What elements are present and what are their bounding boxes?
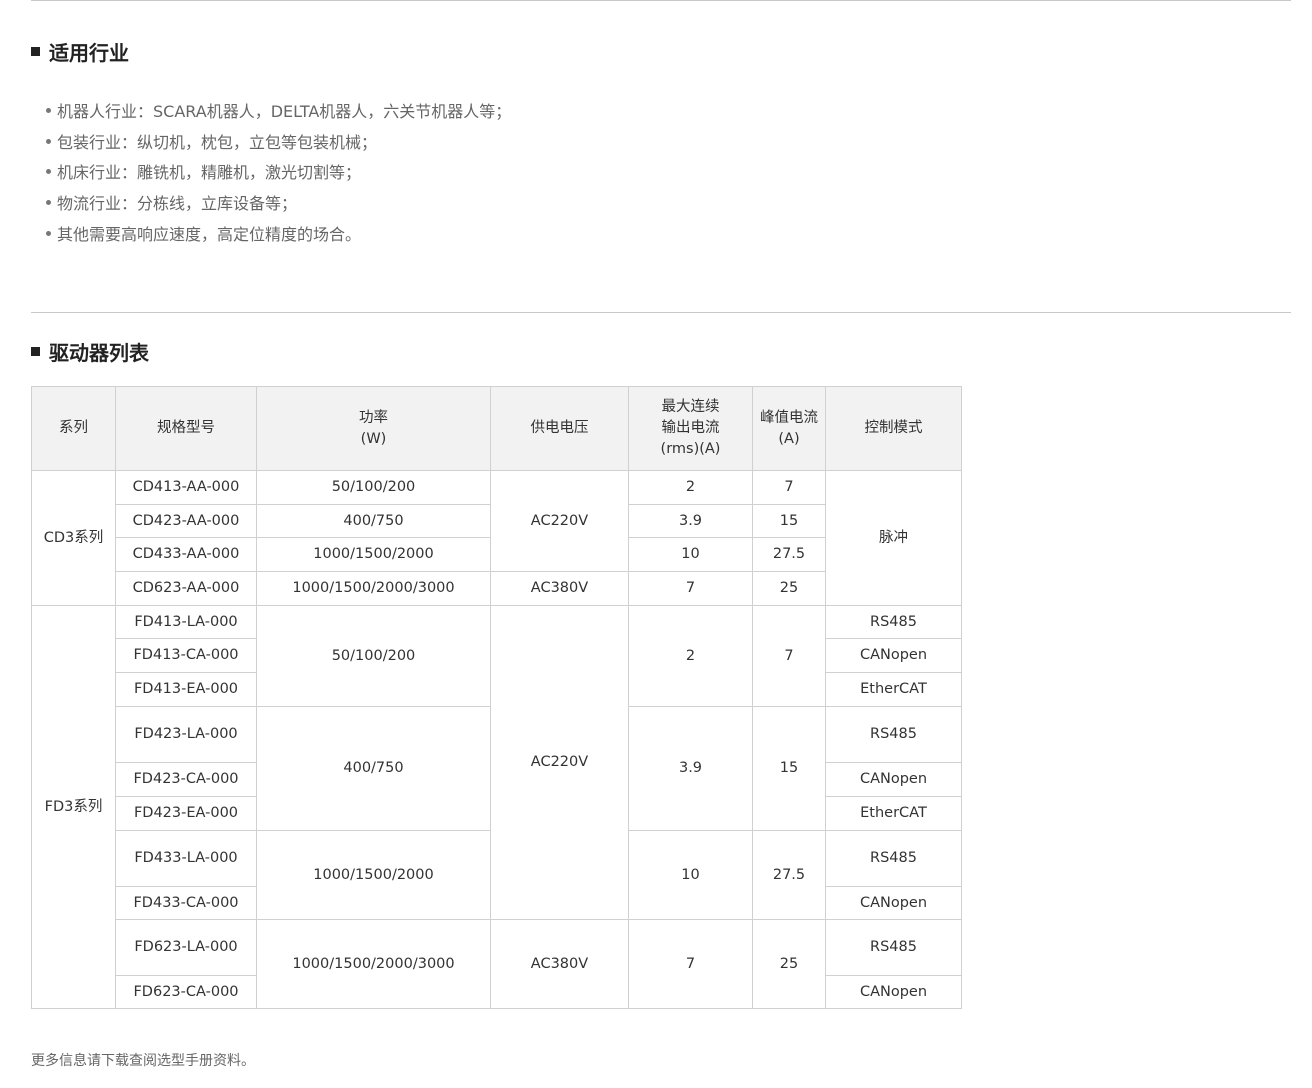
table-row: FD623-LA-000 1000/1500/2000/3000 AC380V … (32, 919, 962, 1009)
bullet-dot-icon (46, 230, 51, 236)
peak-current-cell: 15 (752, 504, 826, 538)
model-cell: FD413-CA-000 (115, 638, 257, 673)
power-cell: 400/750 (256, 504, 491, 538)
list-item: 物流行业：分栋线，立库设备等； (46, 189, 511, 220)
table-row: CD3系列 CD413-AA-000 50/100/200 AC220V 2 7… (31, 470, 962, 606)
driver-table: 系列 规格型号 功率 (W) 供电电压 最大连续 输出电流 (rms)(A) 峰值电流… (31, 386, 962, 1009)
voltage-cell: AC220V (490, 470, 629, 572)
control-mode-cell: RS485 (825, 706, 962, 763)
voltage-cell: AC380V (490, 919, 629, 1009)
power-cell: 400/750 (256, 706, 491, 831)
peak-current-cell: 27.5 (752, 537, 826, 572)
model-cell: FD413-EA-000 (115, 672, 257, 707)
peak-current-cell: 7 (752, 605, 826, 707)
control-mode-cell: CANopen (825, 975, 962, 1009)
bullet-dot-icon (46, 169, 51, 175)
header-control-mode: 控制模式 (825, 386, 962, 471)
series-cell: FD3系列 (31, 605, 116, 1009)
series-cell: CD3系列 (31, 470, 116, 606)
header-continuous-current: 最大连续 输出电流 (rms)(A) (628, 386, 753, 471)
section-divider (31, 312, 1291, 313)
continuous-current-cell: 2 (628, 470, 753, 505)
list-item: 机器人行业：SCARA机器人，DELTA机器人，六关节机器人等； (46, 97, 511, 128)
control-mode-cell: CANopen (825, 762, 962, 797)
continuous-current-cell: 10 (628, 537, 753, 572)
power-cell: 50/100/200 (256, 470, 491, 505)
power-cell: 50/100/200 (256, 605, 491, 707)
control-mode-cell: RS485 (825, 605, 962, 639)
model-cell: CD413-AA-000 (115, 470, 257, 505)
model-cell: CD433-AA-000 (115, 537, 257, 572)
list-item: 其他需要高响应速度，高定位精度的场合。 (46, 220, 511, 251)
control-mode-cell: 脉冲 (825, 470, 962, 606)
table-row: FD3系列 FD413-LA-000 50/100/200 AC220V 2 7… (31, 605, 962, 1009)
bullet-dot-icon (46, 108, 51, 113)
table-row: CD623-AA-000 1000/1500/2000/3000 AC380V … (32, 571, 962, 606)
drivers-title: 驱动器列表 (49, 340, 149, 365)
model-cell: CD423-AA-000 (115, 504, 257, 538)
bullet-dot-icon (46, 138, 51, 144)
model-cell: FD413-LA-000 (115, 605, 257, 639)
power-cell: 1000/1500/2000 (256, 537, 491, 572)
model-cell: CD623-AA-000 (115, 571, 257, 606)
model-cell: FD423-LA-000 (115, 706, 257, 763)
drivers-heading: 驱动器列表 (31, 337, 149, 365)
industry-title: 适用行业 (49, 40, 129, 65)
power-cell: 1000/1500/2000/3000 (256, 571, 491, 606)
model-cell: FD623-LA-000 (115, 919, 257, 976)
peak-current-cell: 7 (752, 470, 826, 505)
voltage-cell: AC220V (490, 605, 629, 920)
square-bullet-icon (31, 46, 40, 56)
square-bullet-icon (31, 346, 40, 356)
header-power: 功率 (W) (256, 386, 491, 471)
model-cell: FD423-CA-000 (115, 762, 257, 797)
peak-current-cell: 27.5 (752, 830, 826, 920)
power-cell: 1000/1500/2000/3000 (256, 919, 491, 1009)
continuous-current-cell: 3.9 (628, 706, 753, 831)
header-peak-current: 峰值电流 (A) (752, 386, 826, 471)
control-mode-cell: RS485 (825, 919, 962, 976)
continuous-current-cell: 3.9 (628, 504, 753, 538)
peak-current-cell: 25 (752, 571, 826, 606)
bullet-dot-icon (46, 200, 51, 206)
model-cell: FD433-CA-000 (115, 886, 257, 920)
table-header-row: 系列 规格型号 功率 (W) 供电电压 最大连续 输出电流 (rms)(A) 峰值电流… (31, 386, 962, 471)
header-series: 系列 (31, 386, 116, 471)
header-voltage: 供电电压 (490, 386, 629, 471)
header-model: 规格型号 (115, 386, 257, 471)
peak-current-cell: 25 (752, 919, 826, 1009)
industry-list: 机器人行业：SCARA机器人，DELTA机器人，六关节机器人等； 包装行业：纵切… (46, 97, 511, 250)
list-item: 机床行业：雕铣机，精雕机，激光切割等； (46, 158, 511, 189)
voltage-cell: AC380V (490, 571, 629, 606)
continuous-current-cell: 2 (628, 605, 753, 707)
continuous-current-cell: 7 (628, 571, 753, 606)
model-cell: FD623-CA-000 (115, 975, 257, 1009)
control-mode-cell: CANopen (825, 638, 962, 673)
continuous-current-cell: 10 (628, 830, 753, 920)
footnote: 更多信息请下载查阅选型手册资料。 (31, 1053, 255, 1069)
control-mode-cell: RS485 (825, 830, 962, 887)
power-cell: 1000/1500/2000 (256, 830, 491, 920)
model-cell: FD423-EA-000 (115, 796, 257, 831)
industry-heading: 适用行业 (31, 37, 129, 65)
continuous-current-cell: 7 (628, 919, 753, 1009)
control-mode-cell: EtherCAT (825, 672, 962, 707)
peak-current-cell: 15 (752, 706, 826, 831)
list-item: 包装行业：纵切机，枕包，立包等包装机械； (46, 128, 511, 159)
model-cell: FD433-LA-000 (115, 830, 257, 887)
control-mode-cell: CANopen (825, 886, 962, 920)
top-divider (31, 0, 1291, 1)
control-mode-cell: EtherCAT (825, 796, 962, 831)
